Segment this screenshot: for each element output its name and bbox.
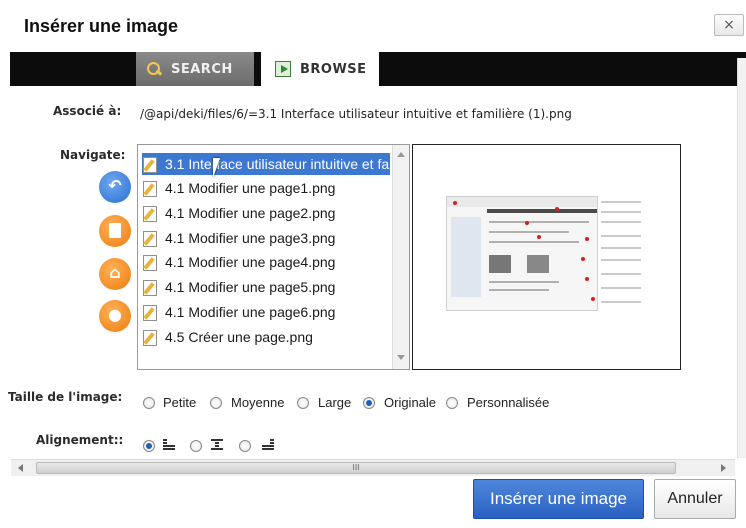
file-item[interactable]: 4.1 Modifier une page6.png — [142, 301, 335, 323]
file-item[interactable]: 3.1 Interface utilisateur intuitive et f… — [142, 153, 390, 175]
image-size-label: Taille de l'image: — [8, 390, 123, 404]
dialog-title: Insérer une image — [24, 16, 179, 36]
file-icon — [142, 329, 158, 346]
file-item[interactable]: 4.1 Modifier une page4.png — [142, 251, 335, 273]
mouse-cursor-icon — [213, 158, 220, 178]
browse-icon — [275, 61, 291, 77]
file-icon — [142, 304, 158, 321]
file-icon — [142, 279, 158, 296]
search-icon — [146, 61, 162, 77]
size-radio-originale[interactable] — [363, 397, 375, 409]
file-name: 4.1 Modifier une page3.png — [165, 230, 336, 246]
scroll-right-arrow-icon[interactable] — [721, 464, 726, 472]
preview-thumbnail — [446, 196, 598, 311]
user-button[interactable]: ● — [99, 300, 131, 332]
documents-button[interactable] — [99, 215, 131, 247]
file-name: 3.1 Interface utilisateur intuitive et f… — [165, 156, 390, 172]
align-right-icon — [262, 439, 274, 450]
close-button[interactable]: × — [714, 14, 744, 36]
align-radio-right[interactable] — [239, 440, 251, 452]
size-option-label: Personnalisée — [467, 395, 550, 410]
file-item[interactable]: 4.1 Modifier une page3.png — [142, 227, 335, 249]
scroll-up-arrow-icon[interactable] — [397, 152, 405, 157]
image-preview — [412, 144, 681, 370]
file-icon — [142, 254, 158, 271]
cancel-button[interactable]: Annuler — [654, 479, 736, 519]
user-icon: ● — [108, 305, 122, 324]
align-radio-left[interactable] — [143, 440, 155, 452]
preview-annotations — [601, 201, 645, 311]
home-icon: ⌂ — [109, 263, 121, 282]
associated-path: /@api/deki/files/6/=3.1 Interface utilis… — [140, 107, 572, 121]
align-radio-center[interactable] — [190, 440, 202, 452]
file-name: 4.1 Modifier une page6.png — [165, 304, 336, 320]
tab-browse[interactable]: BROWSE — [261, 52, 379, 86]
horizontal-scrollbar[interactable]: III — [11, 459, 735, 476]
file-item[interactable]: 4.1 Modifier une page5.png — [142, 276, 335, 298]
file-name: 4.1 Modifier une page2.png — [165, 205, 336, 221]
tab-search-label: SEARCH — [171, 61, 233, 77]
size-option-label: Large — [318, 395, 352, 410]
file-icon — [142, 180, 158, 197]
back-button[interactable]: ↶ — [99, 171, 131, 203]
size-option-label: Originale — [384, 395, 437, 410]
file-item[interactable]: 4.1 Modifier une page2.png — [142, 202, 335, 224]
align-left-icon — [163, 439, 175, 450]
file-list-scrollbar[interactable] — [392, 145, 409, 369]
dialog-vertical-scrollbar[interactable] — [737, 58, 746, 458]
file-name: 4.1 Modifier une page1.png — [165, 180, 336, 196]
file-name: 4.1 Modifier une page4.png — [165, 254, 336, 270]
size-option-label: Petite — [163, 395, 197, 410]
document-icon — [109, 223, 121, 238]
home-button[interactable]: ⌂ — [99, 258, 131, 290]
insert-image-button[interactable]: Insérer une image — [473, 479, 644, 519]
file-list[interactable]: 3.1 Interface utilisateur intuitive et f… — [137, 144, 410, 370]
scroll-left-arrow-icon[interactable] — [18, 464, 23, 472]
scroll-down-arrow-icon[interactable] — [397, 355, 405, 360]
dialog-titlebar: Insérer une image × — [0, 0, 746, 44]
file-name: 4.1 Modifier une page5.png — [165, 279, 336, 295]
scrollbar-thumb[interactable]: III — [36, 462, 676, 474]
size-radio-petite[interactable] — [143, 397, 155, 409]
size-radio-large[interactable] — [297, 397, 309, 409]
navigate-label: Navigate: — [60, 148, 126, 162]
tab-browse-label: BROWSE — [300, 61, 367, 77]
tab-search[interactable]: SEARCH — [136, 52, 254, 86]
align-center-icon — [211, 439, 223, 450]
size-radio-personnalisee[interactable] — [446, 397, 458, 409]
back-arrow-icon: ↶ — [108, 176, 122, 195]
file-icon — [142, 205, 158, 222]
size-radio-moyenne[interactable] — [210, 397, 222, 409]
tab-bar: SEARCH BROWSE — [10, 52, 746, 86]
file-item[interactable]: 4.5 Créer une page.png — [142, 326, 313, 348]
file-name: 4.5 Créer une page.png — [165, 329, 313, 345]
associated-label: Associé à: — [53, 104, 122, 118]
size-option-label: Moyenne — [231, 395, 285, 410]
file-icon — [142, 230, 158, 247]
file-icon — [142, 156, 158, 173]
alignment-label: Alignement:: — [36, 433, 124, 447]
file-item[interactable]: 4.1 Modifier une page1.png — [142, 177, 335, 199]
